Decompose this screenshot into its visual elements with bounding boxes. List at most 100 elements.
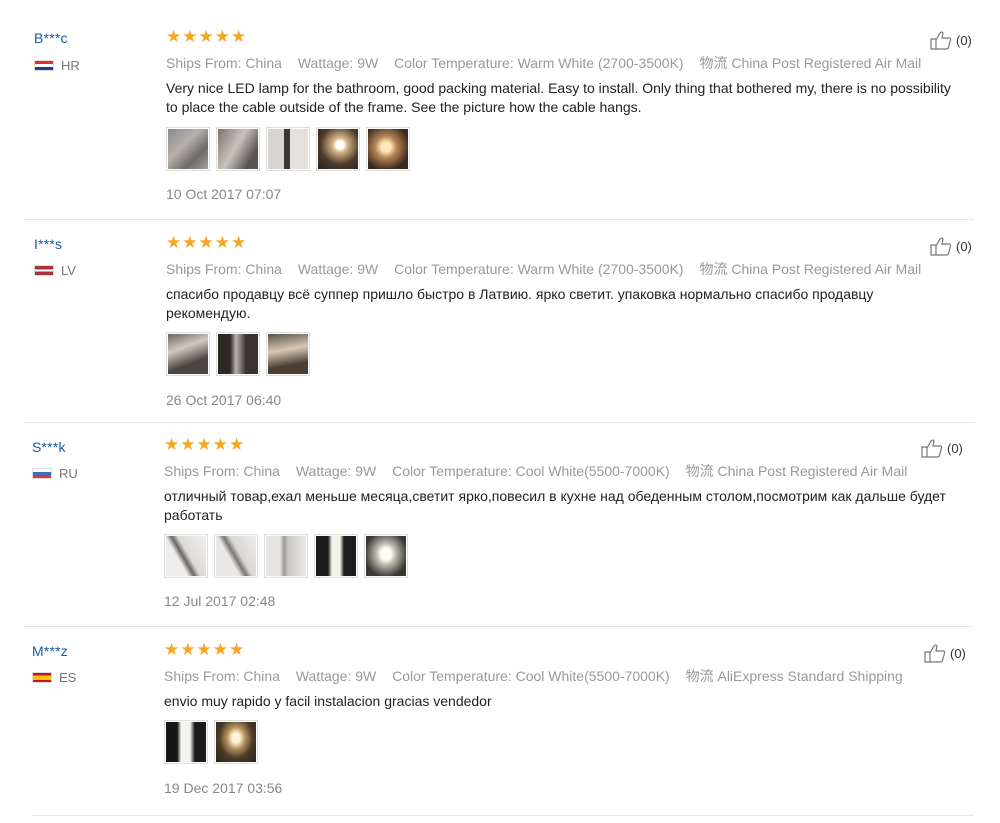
helpful-vote[interactable]: (0) xyxy=(921,439,963,458)
thumbs-up-icon[interactable] xyxy=(930,237,952,256)
review-photo-thumbnail[interactable] xyxy=(266,127,310,171)
review-text: envio muy rapido y facil instalacion gra… xyxy=(164,693,492,709)
order-attributes: Ships From: China Wattage: 9W Color Temp… xyxy=(164,461,907,481)
review-divider xyxy=(32,815,974,816)
ships-from-value: China xyxy=(243,668,280,684)
wattage-value: 9W xyxy=(357,55,379,71)
review-photo-thumbnail[interactable] xyxy=(364,534,408,578)
review-photos xyxy=(164,534,408,578)
review-date: 26 Oct 2017 06:40 xyxy=(166,392,282,408)
reviewer-country: HR xyxy=(34,58,80,73)
review-photo-thumbnail[interactable] xyxy=(316,127,360,171)
logistics-label: 物流 xyxy=(685,463,714,479)
helpful-vote[interactable]: (0) xyxy=(930,31,972,50)
ships-from-value: China xyxy=(243,463,280,479)
country-code: LV xyxy=(61,263,76,278)
star-icon: ★ xyxy=(196,435,212,455)
ships-from-label: Ships From: xyxy=(166,55,242,71)
ships-from-label: Ships From: xyxy=(164,463,240,479)
order-attributes: Ships From: China Wattage: 9W Color Temp… xyxy=(166,259,921,279)
ships-from-value: China xyxy=(245,55,282,71)
review-photo-thumbnail[interactable] xyxy=(366,127,410,171)
wattage-label: Wattage: xyxy=(297,55,354,71)
color-temp-label: Color Temperature: xyxy=(394,55,514,71)
thumbs-up-icon[interactable] xyxy=(921,439,943,458)
logistics-label: 物流 xyxy=(699,55,728,71)
star-icon: ★ xyxy=(180,640,196,660)
country-code: ES xyxy=(59,670,77,685)
star-icon: ★ xyxy=(198,27,214,47)
star-rating: ★ ★ ★ ★ ★ xyxy=(164,642,244,659)
review-photo-thumbnail[interactable] xyxy=(166,332,210,376)
country-code: HR xyxy=(61,58,80,73)
color-temp-value: Warm White (2700-3500K) xyxy=(517,261,684,277)
star-rating: ★ ★ ★ ★ ★ xyxy=(164,437,244,454)
color-temp-value: Cool White(5500-7000K) xyxy=(515,668,670,684)
review-item: B***c HR ★ ★ ★ ★ ★ Ships From: China Wattage… xyxy=(0,0,1000,220)
color-temp-value: Cool White(5500-7000K) xyxy=(515,463,670,479)
review-photos xyxy=(164,720,258,764)
reviewer-country: LV xyxy=(34,263,76,278)
helpful-count: (0) xyxy=(947,441,963,456)
wattage-label: Wattage: xyxy=(295,463,352,479)
star-icon: ★ xyxy=(196,640,212,660)
star-icon: ★ xyxy=(198,233,214,253)
review-photo-thumbnail[interactable] xyxy=(266,332,310,376)
reviewer-name[interactable]: I***s xyxy=(34,236,62,252)
color-temp-label: Color Temperature: xyxy=(394,261,514,277)
reviewer-name[interactable]: S***k xyxy=(32,439,66,455)
helpful-vote[interactable]: (0) xyxy=(930,237,972,256)
review-photo-thumbnail[interactable] xyxy=(216,332,260,376)
logistics-value: China Post Registered Air Mail xyxy=(717,463,908,479)
review-photo-thumbnail[interactable] xyxy=(164,720,208,764)
logistics-value: AliExpress Standard Shipping xyxy=(717,668,903,684)
review-photo-thumbnail[interactable] xyxy=(214,534,258,578)
star-rating: ★ ★ ★ ★ ★ xyxy=(166,235,246,252)
country-code: RU xyxy=(59,466,78,481)
thumbs-up-icon[interactable] xyxy=(930,31,952,50)
review-photos xyxy=(166,332,310,376)
ships-from-label: Ships From: xyxy=(166,261,242,277)
review-date: 12 Jul 2017 02:48 xyxy=(164,593,276,609)
review-photo-thumbnail[interactable] xyxy=(214,720,258,764)
review-photo-thumbnail[interactable] xyxy=(216,127,260,171)
review-text: спасибо продавцу всё суппер пришло быстр… xyxy=(166,286,874,321)
helpful-count: (0) xyxy=(950,646,966,661)
star-icon: ★ xyxy=(229,435,245,455)
ships-from-label: Ships From: xyxy=(164,668,240,684)
review-photos xyxy=(166,127,410,171)
croatia-flag-icon xyxy=(34,60,54,71)
spain-flag-icon xyxy=(32,672,52,683)
star-icon: ★ xyxy=(231,27,247,47)
review-item: M***z ES ★ ★ ★ ★ ★ Ships From: China Wattage… xyxy=(0,627,1000,817)
helpful-vote[interactable]: (0) xyxy=(924,644,966,663)
review-photo-thumbnail[interactable] xyxy=(164,534,208,578)
wattage-value: 9W xyxy=(357,261,379,277)
star-icon: ★ xyxy=(212,640,228,660)
star-icon: ★ xyxy=(166,27,182,47)
reviewer-name[interactable]: B***c xyxy=(34,30,68,46)
review-photo-thumbnail[interactable] xyxy=(264,534,308,578)
review-item: S***k RU ★ ★ ★ ★ ★ Ships From: China Wattage… xyxy=(0,423,1000,626)
reviewer-country: ES xyxy=(32,670,76,685)
review-photo-thumbnail[interactable] xyxy=(166,127,210,171)
review-text: отличный товар,ехал меньше месяца,светит… xyxy=(164,488,946,523)
reviewer-country: RU xyxy=(32,466,78,481)
star-icon: ★ xyxy=(214,27,230,47)
star-icon: ★ xyxy=(229,640,245,660)
latvia-flag-icon xyxy=(34,265,54,276)
wattage-label: Wattage: xyxy=(295,668,352,684)
helpful-count: (0) xyxy=(956,33,972,48)
logistics-label: 物流 xyxy=(685,668,714,684)
star-icon: ★ xyxy=(182,27,198,47)
review-photo-thumbnail[interactable] xyxy=(314,534,358,578)
order-attributes: Ships From: China Wattage: 9W Color Temp… xyxy=(164,666,903,686)
star-icon: ★ xyxy=(212,435,228,455)
star-icon: ★ xyxy=(182,233,198,253)
thumbs-up-icon[interactable] xyxy=(924,644,946,663)
star-icon: ★ xyxy=(231,233,247,253)
review-item: I***s LV ★ ★ ★ ★ ★ Ships From: China Wattage… xyxy=(0,220,1000,422)
reviewer-name[interactable]: M***z xyxy=(32,643,68,659)
star-rating: ★ ★ ★ ★ ★ xyxy=(166,29,246,46)
review-date: 10 Oct 2017 07:07 xyxy=(166,186,282,202)
